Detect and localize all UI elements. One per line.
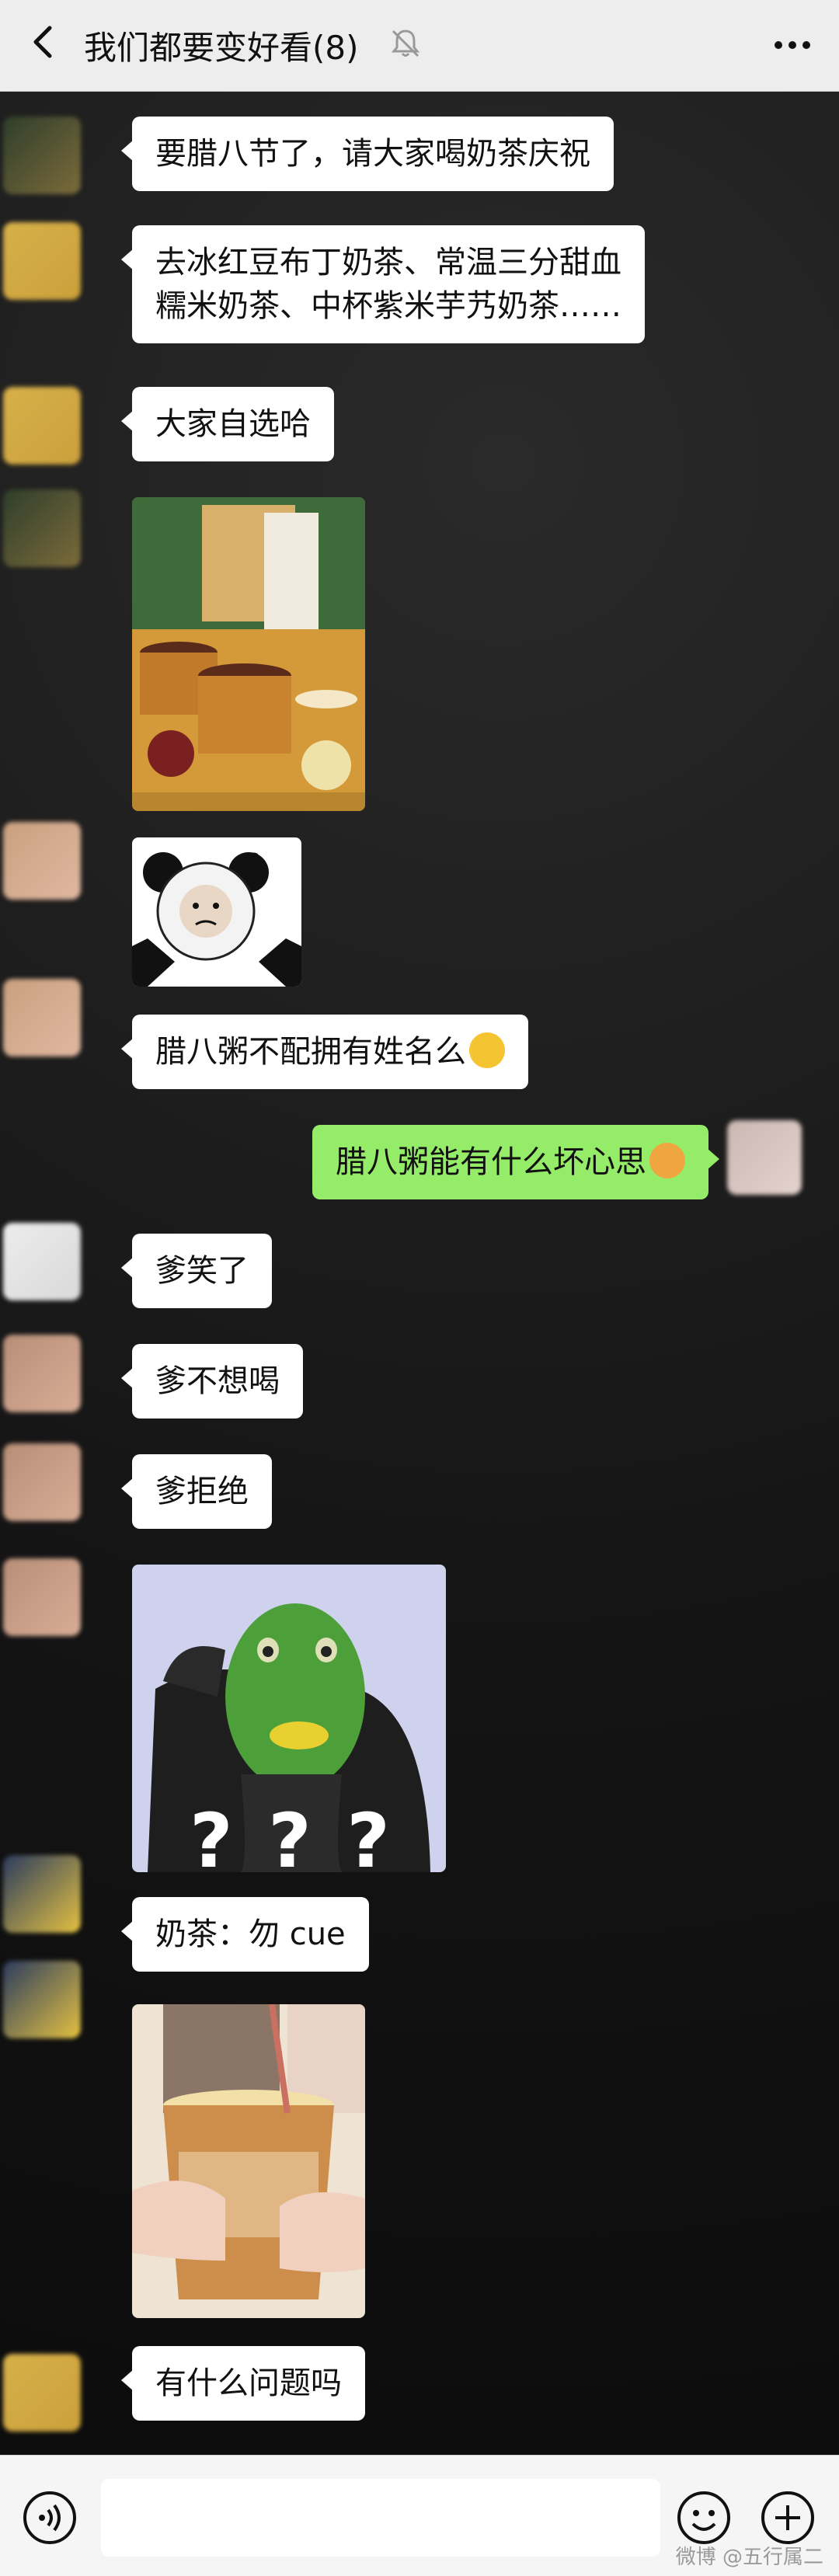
- my-message-bubble[interactable]: 腊八粥能有什么坏心思: [312, 1125, 719, 1199]
- chat-area[interactable]: 要腊八节了，请大家喝奶茶庆祝 去冰红豆布丁奶茶、常温三分甜血 糯米奶茶、中杯紫米…: [0, 92, 839, 2455]
- plus-icon[interactable]: [760, 2490, 816, 2546]
- message-text: 腊八粥不配拥有姓名么: [155, 1034, 466, 1070]
- more-icon[interactable]: [769, 22, 816, 68]
- avatar[interactable]: [3, 822, 81, 900]
- message-bubble[interactable]: 要腊八节了，请大家喝奶茶庆祝: [121, 117, 614, 191]
- avatar[interactable]: [3, 1961, 81, 2038]
- message-bubble[interactable]: 去冰红豆布丁奶茶、常温三分甜血 糯米奶茶、中杯紫米芋艿奶茶……: [121, 225, 645, 343]
- svg-text:?: ?: [247, 849, 260, 876]
- avatar[interactable]: [3, 1855, 81, 1933]
- emoji-icon[interactable]: [676, 2490, 732, 2546]
- zipper-mouth-emoji-icon: [469, 1032, 505, 1068]
- avatar[interactable]: [3, 489, 81, 567]
- message-text: 糯米奶茶、中杯紫米芋艿奶茶……: [155, 288, 621, 324]
- message-text: 去冰红豆布丁奶茶、常温三分甜血: [155, 245, 621, 280]
- message-text: 腊八粥能有什么坏心思: [336, 1144, 646, 1180]
- message-bubble[interactable]: 腊八粥不配拥有姓名么: [121, 1015, 528, 1089]
- milk-tea-cup-image[interactable]: [132, 2004, 365, 2318]
- avatar[interactable]: [3, 1558, 81, 1636]
- message-bubble[interactable]: 大家自选哈: [121, 387, 334, 461]
- avatar[interactable]: [3, 222, 81, 300]
- message-bubble[interactable]: 爹笑了: [121, 1234, 272, 1308]
- input-bar: 微博 @五行属二: [0, 2455, 839, 2576]
- watermark: 微博 @五行属二: [675, 2546, 823, 2569]
- voice-icon[interactable]: [22, 2490, 78, 2546]
- message-input[interactable]: [101, 2479, 660, 2557]
- message-bubble[interactable]: 奶茶：勿 cue: [121, 1897, 369, 1972]
- avatar[interactable]: [3, 387, 81, 465]
- avatar[interactable]: [3, 1443, 81, 1521]
- avatar[interactable]: [3, 979, 81, 1057]
- my-avatar[interactable]: [727, 1120, 802, 1195]
- avatar[interactable]: [3, 1335, 81, 1412]
- cat-emoji-icon: [649, 1143, 685, 1178]
- porridge-drinks-image[interactable]: [132, 497, 365, 811]
- panda-meme-image[interactable]: ?: [132, 837, 301, 987]
- chat-title: 我们都要变好看(8): [84, 29, 359, 67]
- message-text: 奶茶：勿 cue: [155, 1916, 346, 1952]
- fish-head-meme-image[interactable]: ? ? ?: [132, 1565, 446, 1872]
- avatar[interactable]: [3, 2354, 81, 2432]
- chevron-left-icon[interactable]: [22, 19, 68, 65]
- message-text: 大家自选哈: [155, 406, 311, 442]
- chat-header: 我们都要变好看(8): [0, 0, 839, 92]
- avatar[interactable]: [3, 1223, 81, 1300]
- message-text: 有什么问题吗: [155, 2365, 342, 2401]
- bell-muted-icon: [391, 30, 420, 57]
- message-text: 要腊八节了，请大家喝奶茶庆祝: [155, 136, 590, 172]
- question-marks-overlay: ? ? ?: [190, 1798, 395, 1872]
- message-bubble[interactable]: 爹不想喝: [121, 1344, 303, 1419]
- message-text: 爹拒绝: [155, 1474, 249, 1509]
- message-bubble[interactable]: 有什么问题吗: [121, 2346, 365, 2421]
- avatar[interactable]: [3, 117, 81, 194]
- message-text: 爹不想喝: [155, 1363, 280, 1399]
- message-text: 爹笑了: [155, 1253, 249, 1289]
- message-bubble[interactable]: 爹拒绝: [121, 1454, 272, 1529]
